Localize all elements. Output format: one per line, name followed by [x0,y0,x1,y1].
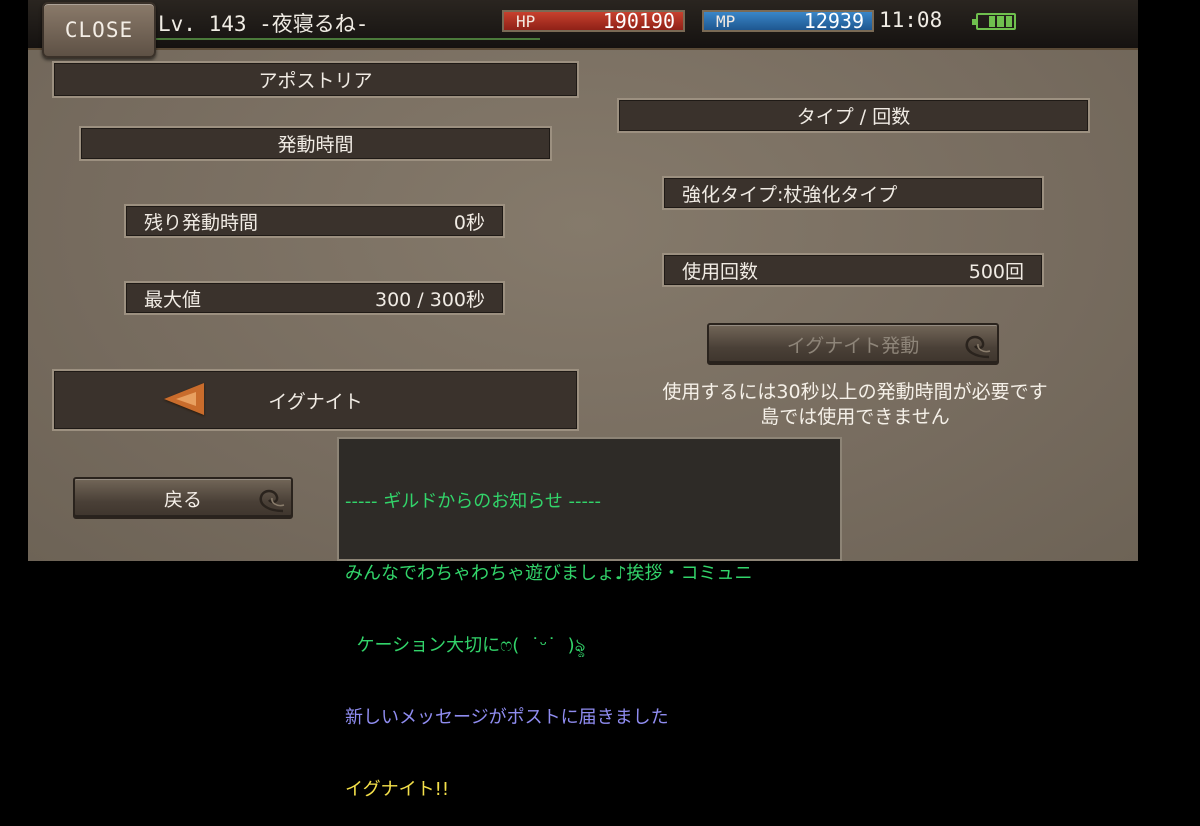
chat-line: 新しいメッセージがポストに届きました [345,707,669,728]
uses-label: 使用回数 [682,260,759,283]
chat-line: みんなでわちゃわちゃ遊びましょ♪挨拶・コミュニ [345,563,753,584]
uses-row: 使用回数 500回 [662,253,1044,287]
mp-value: 12939 [803,9,864,33]
activation-time-header: 発動時間 [79,126,552,161]
battery-icon [972,13,1016,30]
ignite-activate-button[interactable]: イグナイト発動 [707,323,999,365]
remaining-time-row: 残り発動時間 0秒 [124,204,505,238]
mp-label: MP [716,11,736,31]
max-time-row: 最大値 300 / 300秒 [124,281,505,315]
chat-line: ケーション大切にෆ( ˙ᵕ˙ )ৡ [345,635,586,656]
battery-cell [1005,16,1012,27]
type-count-header-text: タイプ / 回数 [796,106,911,128]
uses-value: 500回 [968,260,1024,283]
island-warning: 島では使用できません [760,406,950,428]
hp-gauge: HP 190190 [502,9,685,33]
activation-time-header-text: 発動時間 [277,134,354,156]
chat-log[interactable]: ----- ギルドからのお知らせ ----- みんなでわちゃわちゃ遊びましょ♪挨… [337,437,842,800]
ornament-icon [259,489,285,513]
player-level: Lv. 143 -夜寝るね- [158,12,369,36]
close-button[interactable]: CLOSE [42,2,156,58]
enhance-type-text: 強化タイプ:杖強化タイプ [682,183,898,206]
skill-title: アポストリア [52,61,579,98]
remaining-time-value: 0秒 [453,211,485,234]
mp-gauge: MP 12939 [702,9,874,33]
clock: 11:08 [879,8,943,32]
ignite-tab[interactable]: イグナイト [52,369,579,431]
hp-value: 190190 [602,9,675,33]
battery-cell [980,16,987,27]
requirement-warning: 使用するには30秒以上の発動時間が必要です [662,381,1048,403]
type-count-header: タイプ / 回数 [617,98,1090,133]
back-button[interactable]: 戻る [73,477,293,519]
chat-line: ----- ギルドからのお知らせ ----- [345,491,602,512]
max-time-label: 最大値 [144,288,202,311]
battery-cell [997,16,1004,27]
chat-line: イグナイト!! [345,779,450,800]
battery-cell [988,16,995,27]
max-time-value: 300 / 300秒 [374,288,485,311]
back-button-label: 戻る [163,488,202,511]
enhance-type-row: 強化タイプ:杖強化タイプ [662,176,1044,210]
ignite-tab-label: イグナイト [268,390,363,413]
hp-label: HP [516,11,536,31]
ignite-activate-label: イグナイト発動 [786,334,920,357]
left-arrow-highlight [176,392,196,406]
ornament-icon [965,335,991,359]
remaining-time-label: 残り発動時間 [144,211,259,234]
skill-title-text: アポストリア [258,70,373,92]
exp-bar [150,38,540,40]
